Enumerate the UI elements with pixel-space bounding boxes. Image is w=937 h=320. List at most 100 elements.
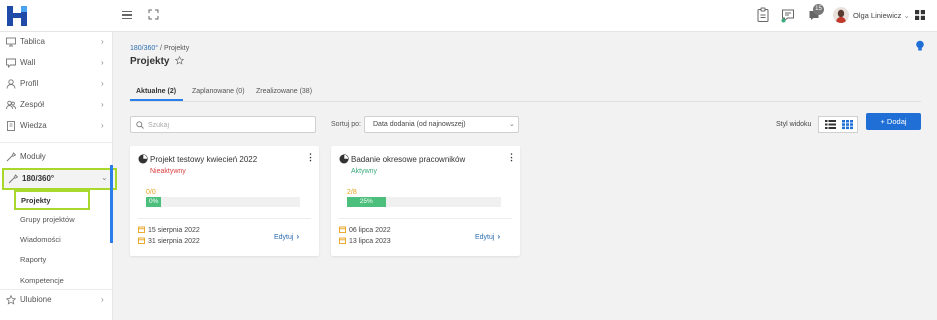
active-section-indicator bbox=[110, 165, 113, 243]
sidebar-subitem-wiadomosci[interactable]: Wiadomości bbox=[20, 235, 61, 244]
pie-chart-icon bbox=[339, 154, 349, 164]
card-progress-count: 2/8 bbox=[347, 189, 357, 196]
sort-label: Sortuj po: bbox=[331, 121, 361, 128]
add-project-button[interactable]: + Dodaj bbox=[866, 113, 921, 130]
sidebar-item-ulubione[interactable]: Ulubione › bbox=[0, 290, 113, 310]
view-toggle bbox=[818, 116, 858, 133]
chevron-right-icon: › bbox=[497, 232, 501, 241]
chevron-down-icon: ⌄ bbox=[101, 173, 108, 182]
breadcrumb-link-180-360[interactable]: 180/360° bbox=[130, 45, 158, 52]
edit-label: Edytuj bbox=[475, 234, 495, 241]
progress-bar: 0% bbox=[146, 197, 300, 207]
monitor-icon bbox=[6, 37, 16, 47]
avatar[interactable] bbox=[833, 7, 849, 23]
search-input[interactable] bbox=[148, 119, 308, 131]
sidebar-item-label: 180/360° bbox=[22, 174, 55, 183]
chevron-right-icon: › bbox=[101, 37, 104, 46]
chevron-right-icon: › bbox=[101, 295, 104, 304]
messages-icon[interactable] bbox=[780, 7, 796, 23]
chevron-right-icon: › bbox=[101, 58, 104, 67]
top-bar: 15 Olga Liniewicz ⌄ bbox=[0, 0, 937, 32]
project-card[interactable]: Badanie okresowe pracowników ⋮ Aktywny 2… bbox=[331, 146, 520, 256]
sidebar-item-label: Zespół bbox=[20, 100, 45, 109]
progress-bar: 25% bbox=[347, 197, 501, 207]
tab-zaplanowane[interactable]: Zaplanowane (0) bbox=[192, 88, 245, 95]
chevron-down-icon: ⌄ bbox=[509, 121, 515, 128]
sidebar-subitem-raporty[interactable]: Raporty bbox=[20, 255, 46, 264]
user-icon bbox=[6, 79, 16, 89]
sidebar-divider bbox=[0, 142, 113, 143]
sidebar-item-label: Wall bbox=[20, 58, 36, 67]
chevron-right-icon: › bbox=[101, 100, 104, 109]
sidebar-item-profil[interactable]: Profil › bbox=[0, 74, 113, 94]
tab-aktualne[interactable]: Aktualne (2) bbox=[136, 88, 176, 95]
sidebar-subitem-kompetencje[interactable]: Kompetencje bbox=[20, 276, 64, 285]
chevron-right-icon: › bbox=[296, 232, 300, 241]
notification-badge: 15 bbox=[813, 4, 824, 15]
sidebar-item-label: Tablica bbox=[20, 37, 45, 46]
edit-link[interactable]: Edytuj › bbox=[274, 232, 299, 241]
tabs-divider bbox=[130, 101, 921, 102]
project-card[interactable]: Projekt testowy kwiecień 2022 ⋮ Nieaktyw… bbox=[130, 146, 319, 256]
lightbulb-icon[interactable] bbox=[915, 40, 925, 52]
card-divider bbox=[138, 218, 311, 219]
clipboard-icon[interactable] bbox=[755, 7, 771, 23]
card-title[interactable]: Projekt testowy kwiecień 2022 bbox=[150, 155, 257, 164]
book-icon bbox=[7, 121, 15, 131]
menu-toggle-icon[interactable] bbox=[122, 11, 132, 20]
sidebar-subitem-label: Projekty bbox=[21, 196, 51, 205]
breadcrumb-current: Projekty bbox=[163, 45, 190, 52]
sort-select[interactable]: Data dodania (od najnowszej) ⌄ bbox=[364, 116, 519, 133]
start-date-text: 06 lipca 2022 bbox=[349, 227, 391, 234]
search-box bbox=[130, 116, 316, 133]
favorite-star-icon[interactable] bbox=[175, 56, 185, 65]
card-start-date: 15 sierpnia 2022 bbox=[138, 226, 200, 234]
card-menu-icon[interactable]: ⋮ bbox=[306, 152, 315, 163]
sidebar: Tablica › Wall › Profil › Zespół › Wiedz… bbox=[0, 32, 117, 320]
list-view-icon[interactable] bbox=[824, 119, 837, 130]
user-menu[interactable]: Olga Liniewicz ⌄ bbox=[853, 11, 910, 20]
tools-icon bbox=[6, 152, 16, 162]
calendar-icon bbox=[138, 226, 145, 233]
edit-label: Edytuj bbox=[274, 234, 294, 241]
sidebar-item-wall[interactable]: Wall › bbox=[0, 53, 113, 73]
start-date-text: 15 sierpnia 2022 bbox=[148, 227, 200, 234]
progress-fill: 0% bbox=[146, 197, 162, 207]
card-menu-icon[interactable]: ⋮ bbox=[507, 152, 516, 163]
grid-view-icon[interactable] bbox=[841, 119, 854, 130]
sidebar-item-moduly[interactable]: Moduły bbox=[0, 147, 113, 167]
star-icon bbox=[6, 295, 16, 305]
apps-grid-icon[interactable] bbox=[915, 10, 925, 20]
end-date-text: 31 sierpnia 2022 bbox=[148, 238, 200, 245]
pie-chart-icon bbox=[138, 154, 148, 164]
sidebar-item-label: Profil bbox=[20, 79, 39, 88]
card-status: Nieaktywny bbox=[150, 168, 186, 175]
sidebar-item-180-360[interactable]: 180/360° ⌄ bbox=[2, 168, 117, 190]
sidebar-item-zespol[interactable]: Zespół › bbox=[0, 95, 113, 115]
team-icon bbox=[6, 100, 16, 110]
search-icon bbox=[136, 121, 144, 129]
card-title[interactable]: Badanie okresowe pracowników bbox=[351, 155, 465, 164]
page-title: Projekty bbox=[130, 56, 170, 67]
sidebar-subitem-grupy-projektow[interactable]: Grupy projektów bbox=[20, 215, 75, 224]
card-end-date: 31 sierpnia 2022 bbox=[138, 237, 200, 245]
chevron-down-icon: ⌄ bbox=[903, 11, 910, 20]
sidebar-item-wiedza[interactable]: Wiedza › bbox=[0, 116, 113, 136]
calendar-icon bbox=[138, 237, 145, 244]
breadcrumb: 180/360° / Projekty bbox=[130, 45, 189, 52]
calendar-icon bbox=[339, 226, 346, 233]
sidebar-item-label: Moduły bbox=[20, 152, 46, 161]
tab-zrealizowane[interactable]: Zrealizowane (38) bbox=[256, 88, 312, 95]
chevron-right-icon: › bbox=[101, 79, 104, 88]
chat-icon bbox=[6, 58, 16, 68]
sidebar-item-tablica[interactable]: Tablica › bbox=[0, 32, 113, 52]
tools-icon bbox=[8, 174, 18, 184]
end-date-text: 13 lipca 2023 bbox=[349, 238, 391, 245]
sidebar-subitem-projekty[interactable]: Projekty bbox=[14, 190, 90, 210]
edit-link[interactable]: Edytuj › bbox=[475, 232, 500, 241]
card-start-date: 06 lipca 2022 bbox=[339, 226, 391, 234]
app-logo-icon[interactable] bbox=[6, 5, 28, 27]
card-status: Aktywny bbox=[351, 168, 378, 175]
user-name: Olga Liniewicz bbox=[853, 11, 902, 20]
fullscreen-icon[interactable] bbox=[148, 9, 159, 20]
